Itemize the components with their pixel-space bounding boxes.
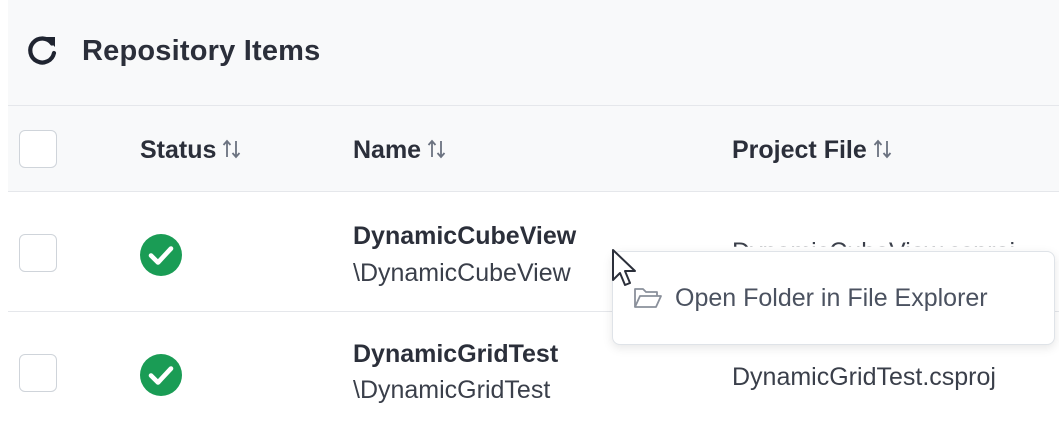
sort-arrows-icon [223,139,241,159]
column-header-project-file[interactable]: Project File [732,136,895,165]
mouse-cursor-icon [612,249,636,286]
sort-arrows-icon [427,139,446,159]
column-header-name[interactable]: Name [353,136,449,165]
status-ok-icon [140,234,182,276]
item-name: DynamicCubeView [353,222,577,250]
context-menu: Open Folder in File Explorer [612,251,1055,345]
repository-items-panel: Repository Items Status Name Project Fil… [0,0,1059,427]
column-header-name-label: Name [353,136,422,164]
item-path: \DynamicCubeView [353,259,571,287]
item-path: \DynamicGridTest [353,376,551,404]
row-checkbox[interactable] [19,234,57,272]
left-gutter [0,0,8,427]
project-file: DynamicGridTest.csproj [732,363,996,391]
refresh-icon[interactable] [25,34,59,68]
panel-header: Repository Items [8,0,1059,106]
column-header-status-label: Status [140,136,217,164]
item-name: DynamicGridTest [353,340,559,368]
page-title: Repository Items [82,35,321,67]
table-header-row: Status Name Project File [8,106,1059,192]
status-ok-icon [140,354,182,396]
row-checkbox[interactable] [19,354,57,392]
menu-item-open-folder[interactable]: Open Folder in File Explorer [633,280,988,316]
menu-item-label: Open Folder in File Explorer [675,283,988,312]
sort-arrows-icon [873,139,891,159]
column-header-status[interactable]: Status [140,136,244,165]
select-all-checkbox[interactable] [19,130,57,168]
column-header-project-file-label: Project File [732,136,867,164]
